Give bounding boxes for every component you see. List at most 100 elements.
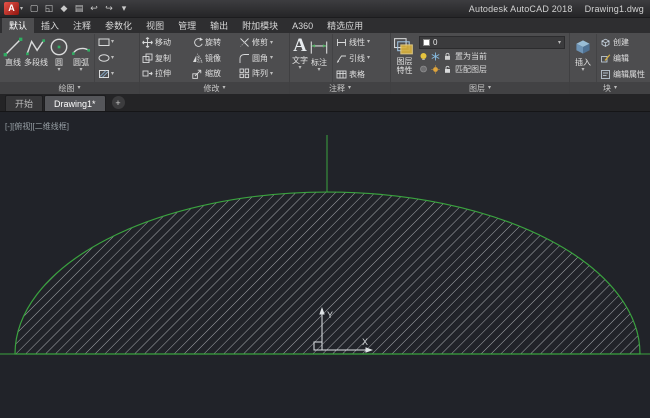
trim-icon: [240, 38, 249, 47]
ribbon-tab-insert[interactable]: 插入: [34, 18, 66, 33]
file-tab-start[interactable]: 开始: [5, 95, 44, 111]
dimension-button[interactable]: 标注 ▾: [308, 34, 330, 82]
trim-button[interactable]: 修剪 ▾: [239, 35, 289, 51]
layer-freeze-icon[interactable]: [431, 52, 440, 61]
chevron-down-icon: ▾: [487, 85, 491, 91]
ribbon-tab-view[interactable]: 视图: [139, 18, 171, 33]
layer-off-icon[interactable]: [419, 52, 428, 61]
viewport-controls[interactable]: [-][俯视][二维线框]: [5, 121, 69, 132]
ellipse-button[interactable]: ▾: [98, 52, 114, 64]
chevron-down-icon: ▾: [57, 67, 61, 73]
insert-block-label: 插入: [575, 58, 591, 67]
ribbon-tab-bar: 默认 插入 注释 参数化 视图 管理 输出 附加模块 A360 精选应用: [0, 18, 650, 33]
new-drawing-tab-button[interactable]: +: [111, 96, 125, 109]
ribbon-tab-annotate[interactable]: 注释: [66, 18, 98, 33]
drawing-canvas[interactable]: [-][俯视][二维线框] Y X: [0, 112, 650, 418]
scale-icon: [192, 69, 202, 79]
ribbon-tab-output[interactable]: 输出: [203, 18, 235, 33]
layer-lock-icon[interactable]: [443, 52, 452, 61]
edit-attributes-label: 编辑属性: [613, 69, 645, 79]
circle-button[interactable]: 圆 ▾: [48, 34, 70, 82]
qat-customize-chevron-icon[interactable]: ▾: [119, 3, 129, 14]
leader-button[interactable]: 引线 ▾: [336, 53, 370, 64]
edit-block-button[interactable]: 编辑: [600, 53, 645, 64]
table-icon: [336, 70, 347, 78]
layers-panel-title[interactable]: 图层 ▾: [391, 82, 569, 94]
linear-label: 线性: [349, 37, 365, 47]
autocad-logo: A: [4, 2, 19, 15]
ribbon-tab-featured-apps[interactable]: 精选应用: [320, 18, 370, 33]
edit-attributes-button[interactable]: 编辑属性: [600, 69, 645, 80]
line-button[interactable]: 直线: [2, 34, 24, 82]
chevron-down-icon: ▾: [557, 39, 561, 46]
file-tab-drawing1[interactable]: Drawing1*: [44, 95, 106, 111]
annotation-panel-title[interactable]: 注释 ▾: [290, 82, 390, 94]
draw-panel-label: 绘图: [58, 83, 75, 93]
open-file-icon[interactable]: ◱: [44, 3, 54, 14]
linear-dimension-button[interactable]: 线性 ▾: [336, 37, 370, 48]
rectangle-button[interactable]: ▾: [98, 36, 114, 48]
quick-access-toolbar: ▢ ◱ ◆ ▤ ↩ ↪ ▾: [29, 3, 129, 14]
set-current-button[interactable]: 置为当前: [455, 51, 487, 62]
match-layer-button[interactable]: 匹配图层: [455, 64, 487, 75]
ribbon-tab-addins[interactable]: 附加模块: [235, 18, 285, 33]
layer-unlock-icon[interactable]: [443, 65, 452, 74]
block-panel-title[interactable]: 块 ▾: [570, 82, 650, 94]
array-button[interactable]: 阵列 ▾: [239, 66, 289, 82]
insert-block-button[interactable]: 插入 ▾: [572, 34, 594, 82]
draw-extra-column: ▾ ▾ ▾: [94, 34, 114, 82]
layer-on-icon[interactable]: [419, 65, 428, 74]
line-icon: [3, 37, 23, 57]
mirror-label: 镜像: [205, 53, 221, 63]
layers-panel: 图层 特性 0 ▾ 置为当前 匹配图层 图层 ▾: [391, 33, 570, 94]
array-label: 阵列: [252, 69, 268, 78]
undo-icon[interactable]: ↩: [89, 3, 99, 14]
circle-icon: [50, 38, 68, 56]
layer-thaw-icon[interactable]: [431, 65, 440, 74]
mirror-icon: [193, 53, 203, 63]
chevron-down-icon: ▾: [222, 85, 226, 91]
fillet-label: 圆角: [252, 53, 268, 63]
create-block-label: 创建: [613, 37, 629, 47]
text-button[interactable]: A 文字 ▾: [292, 34, 308, 82]
scale-button[interactable]: 缩放: [192, 66, 239, 82]
redo-icon[interactable]: ↪: [104, 3, 114, 14]
layer-color-swatch: [423, 39, 430, 46]
save-icon[interactable]: ◆: [59, 3, 69, 14]
modify-panel-title[interactable]: 修改 ▾: [140, 82, 289, 94]
stretch-label: 拉伸: [155, 69, 171, 78]
hatch-button[interactable]: ▾: [98, 68, 114, 80]
ribbon-tab-a360[interactable]: A360: [285, 18, 320, 33]
ribbon-tab-parametric[interactable]: 参数化: [98, 18, 139, 33]
move-button[interactable]: 移动: [142, 35, 192, 51]
layer-dropdown[interactable]: 0 ▾: [419, 36, 565, 49]
copy-button[interactable]: 复制: [142, 50, 192, 66]
draw-panel-title[interactable]: 绘图 ▾: [0, 82, 139, 94]
chevron-down-icon: ▾: [367, 39, 371, 45]
chevron-down-icon: ▾: [317, 67, 321, 73]
fillet-button[interactable]: 圆角 ▾: [239, 50, 289, 66]
ribbon-tab-manage[interactable]: 管理: [171, 18, 203, 33]
stretch-icon: [142, 70, 153, 77]
table-button[interactable]: 表格: [336, 69, 370, 80]
chevron-down-icon: ▾: [111, 71, 115, 77]
plot-icon[interactable]: ▤: [74, 3, 84, 14]
autocad-window: A ▾ ▢ ◱ ◆ ▤ ↩ ↪ ▾ Autodesk AutoCAD 2018 …: [0, 0, 650, 418]
chevron-down-icon: ▾: [270, 55, 274, 61]
chevron-down-icon: ▾: [613, 85, 617, 91]
ribbon-tab-default[interactable]: 默认: [2, 18, 35, 33]
arc-button[interactable]: 圆弧 ▾: [70, 34, 92, 82]
app-menu-button[interactable]: A ▾: [4, 2, 23, 15]
create-block-button[interactable]: 创建: [600, 37, 645, 48]
model-space[interactable]: Y X: [0, 112, 650, 418]
polyline-button[interactable]: 多段线: [24, 34, 48, 82]
hatched-dome-entity[interactable]: [14, 191, 641, 355]
layer-properties-button[interactable]: 图层 特性: [393, 34, 416, 82]
rotate-button[interactable]: 旋转: [192, 35, 239, 51]
stretch-button[interactable]: 拉伸: [142, 66, 192, 82]
mirror-button[interactable]: 镜像: [192, 50, 239, 66]
text-label: 文字: [292, 56, 308, 65]
new-file-icon[interactable]: ▢: [29, 3, 39, 14]
line-label: 直线: [5, 58, 21, 67]
table-label: 表格: [349, 69, 365, 79]
